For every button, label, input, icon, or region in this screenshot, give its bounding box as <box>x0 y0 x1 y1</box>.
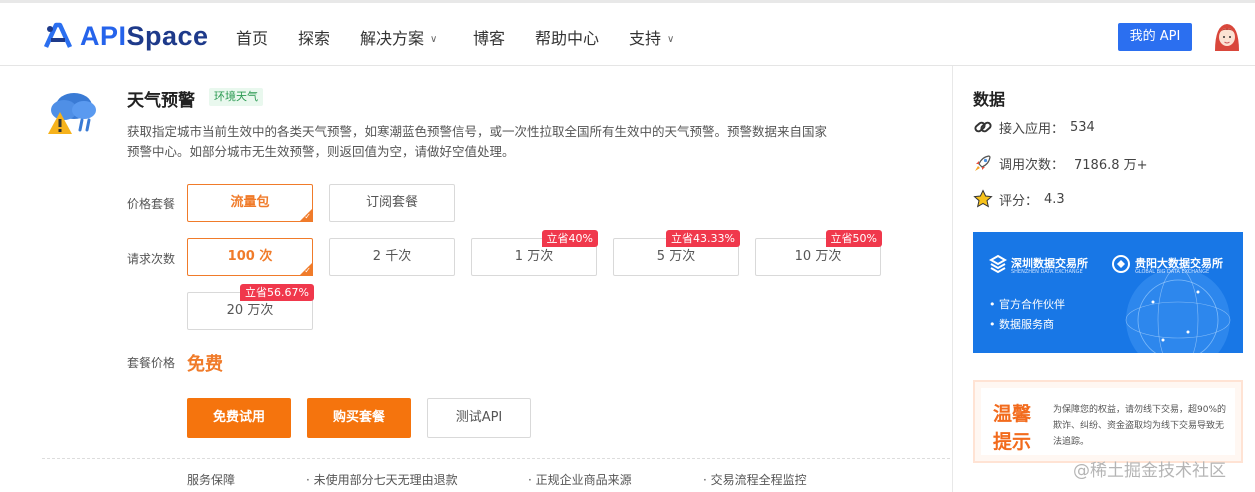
nav-explore[interactable]: 探索 <box>298 25 330 49</box>
test-api-button[interactable]: 测试API <box>427 398 531 438</box>
count-option-50k[interactable]: 5 万次 立省43.33% <box>613 230 740 276</box>
nav-blog[interactable]: 博客 <box>473 25 505 49</box>
price-value: 免费 <box>187 354 223 375</box>
plan-label: 价格套餐 <box>127 197 176 211</box>
guarantee-item: · 正规企业商品来源 <box>528 473 632 487</box>
banner-line: • 数据服务商 <box>989 318 1054 331</box>
my-api-button[interactable]: 我的 API <box>1118 23 1192 51</box>
globe-graphic <box>1125 267 1231 353</box>
rocket-icon <box>975 155 991 171</box>
free-trial-button[interactable]: 免费试用 <box>187 398 291 438</box>
divider <box>42 458 950 459</box>
price-label: 套餐价格 <box>127 356 176 370</box>
column-divider <box>952 66 953 492</box>
check-icon: ✓ <box>304 212 311 221</box>
nav-support[interactable]: 支持 ∨ <box>629 25 674 49</box>
sidebar-title: 数据 <box>973 90 1006 109</box>
discount-badge: 立省50% <box>825 230 882 247</box>
discount-badge: 立省40% <box>541 230 598 247</box>
buy-plan-button[interactable]: 购买套餐 <box>307 398 411 438</box>
count-option-10k[interactable]: 1 万次 立省40% <box>471 230 598 276</box>
stat-rating: 评分： 4.3 <box>973 189 1065 209</box>
product-description: 获取指定城市当前生效中的各类天气预警，如寒潮蓝色预警信号，或一次性拉取全国所有生… <box>127 124 828 159</box>
plan-option-subscription[interactable]: 订阅套餐 <box>329 184 455 222</box>
star-icon <box>973 189 993 208</box>
banner-line: • 官方合作伙伴 <box>989 298 1065 311</box>
product-title: 天气预警 <box>127 91 195 111</box>
org2-subtitle: GLOBAL BIG DATA EXCHANGE <box>1135 269 1210 275</box>
plan-option-traffic[interactable]: 流量包 ✓ <box>187 184 313 222</box>
category-tag[interactable]: 环境天气 <box>209 88 263 106</box>
guarantee-item: · 未使用部分七天无理由退款 <box>306 473 458 487</box>
discount-badge: 立省56.67% <box>240 284 314 301</box>
warning-notice: 温馨提示 为保障您的权益，请勿线下交易，超90%的欺诈、纠纷、资金盗取均为线下交… <box>973 380 1243 463</box>
count-option-100k[interactable]: 10 万次 立省50% <box>755 230 882 276</box>
guarantee-item: · 交易流程全程监控 <box>703 473 807 487</box>
szdex-logo-icon <box>988 254 1008 274</box>
count-label: 请求次数 <box>127 252 176 266</box>
chevron-down-icon: ∨ <box>430 34 438 45</box>
stat-calls: 调用次数： 7186.8 万+ <box>973 153 1148 173</box>
warning-title: 温馨提示 <box>993 403 1032 453</box>
warning-card: 温馨提示 为保障您的权益，请勿线下交易，超90%的欺诈、纠纷、资金盗取均为线下交… <box>981 388 1235 455</box>
link-icon <box>974 121 992 133</box>
nav-solutions[interactable]: 解决方案 ∨ <box>360 25 437 49</box>
count-option-200k[interactable]: 20 万次 立省56.67% <box>187 284 314 330</box>
weather-warning-icon <box>48 93 96 134</box>
guarantee-label: 服务保障 <box>187 473 236 487</box>
check-icon: ✓ <box>304 266 311 275</box>
logo-text: APISpace <box>80 20 209 51</box>
nav-home[interactable]: 首页 <box>236 25 268 49</box>
stat-apps: 接入应用： 534 <box>973 117 1095 137</box>
nav-help-center[interactable]: 帮助中心 <box>535 25 599 49</box>
org1-subtitle: SHENZHEN DATA EXCHANGE <box>1011 269 1083 275</box>
warning-text: 为保障您的权益，请勿线下交易，超90%的欺诈、纠纷、资金盗取均为线下交易导致无法… <box>1053 405 1227 447</box>
watermark: @稀土掘金技术社区 <box>1073 461 1226 481</box>
avatar[interactable] <box>1213 21 1241 53</box>
logo-mark-icon <box>43 22 73 48</box>
count-option-2k[interactable]: 2 千次 <box>329 238 455 276</box>
apispace-logo[interactable]: APISpace <box>42 19 209 53</box>
top-navbar: APISpace 首页 探索 解决方案 ∨ 博客 帮助中心 支持 ∨ 我的 API <box>0 0 1255 66</box>
gbdex-logo-icon <box>1112 255 1130 273</box>
count-option-100[interactable]: 100 次 ✓ <box>187 238 313 276</box>
partner-banner[interactable]: 深圳数据交易所 SHENZHEN DATA EXCHANGE 贵阳大数据交易所 … <box>973 232 1243 353</box>
discount-badge: 立省43.33% <box>666 230 740 247</box>
chevron-down-icon: ∨ <box>667 34 675 45</box>
